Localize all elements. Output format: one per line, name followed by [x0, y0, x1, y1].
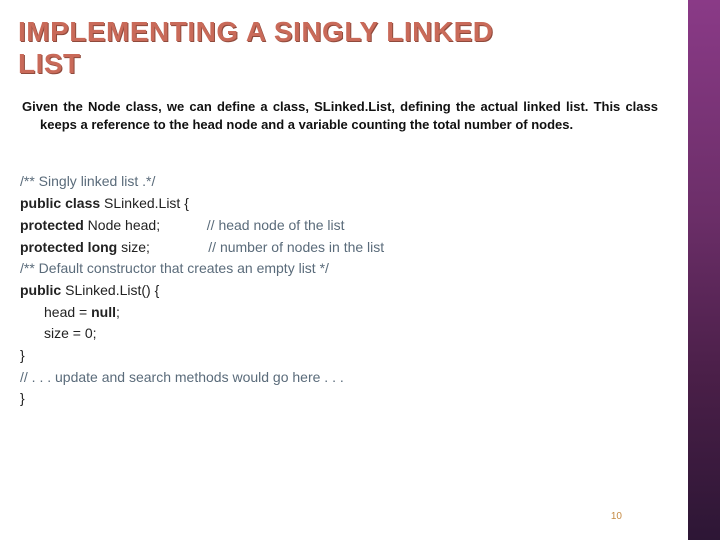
code-line: size = 0; [20, 323, 670, 345]
body-first-word: Given [22, 99, 63, 114]
code-line: protected long size; // number of nodes … [20, 237, 670, 259]
code-comment: /** Default constructor that creates an … [20, 258, 329, 280]
code-comment: /** Singly linked list .*/ [20, 171, 155, 193]
code-line: protected Node head; // head node of the… [20, 215, 670, 237]
code-line: public class SLinked.List { [20, 193, 670, 215]
code-line: public SLinked.List() { [20, 280, 670, 302]
code-comment: // head node of the list [207, 215, 345, 237]
code-block: /** Singly linked list .*/ public class … [18, 171, 670, 410]
page-number: 10 [611, 511, 622, 522]
code-text: SLinked.List { [100, 193, 189, 215]
code-line: } [20, 345, 670, 367]
code-pad [150, 237, 208, 259]
code-line: /** Default constructor that creates an … [20, 258, 670, 280]
code-text: } [20, 345, 25, 367]
code-line: // . . . update and search methods would… [20, 367, 670, 389]
code-keyword: protected long [20, 239, 117, 255]
slide-title: IMPLEMENTING A SINGLY LINKED LIST [18, 16, 670, 80]
code-comment: // number of nodes in the list [208, 237, 384, 259]
code-keyword: protected [20, 217, 84, 233]
code-comment: // . . . update and search methods would… [20, 367, 344, 389]
slide-sidebar [688, 0, 720, 540]
slide-body-text: Given the Node class, we can define a cl… [18, 98, 670, 133]
code-text: size = 0; [44, 323, 97, 345]
code-line: /** Singly linked list .*/ [20, 171, 670, 193]
code-text: SLinked.List() { [61, 280, 159, 302]
code-keyword: null [91, 302, 116, 324]
code-text: head = [44, 302, 91, 324]
code-keyword: public [20, 280, 61, 302]
code-pad [160, 215, 207, 237]
code-text: size; [117, 239, 150, 255]
code-text: ; [116, 302, 120, 324]
code-keyword: public class [20, 193, 100, 215]
slide-content: IMPLEMENTING A SINGLY LINKED LIST Given … [0, 0, 688, 540]
code-text: } [20, 388, 25, 410]
code-line: head = null; [20, 302, 670, 324]
code-line: } [20, 388, 670, 410]
code-text: Node head; [84, 217, 160, 233]
